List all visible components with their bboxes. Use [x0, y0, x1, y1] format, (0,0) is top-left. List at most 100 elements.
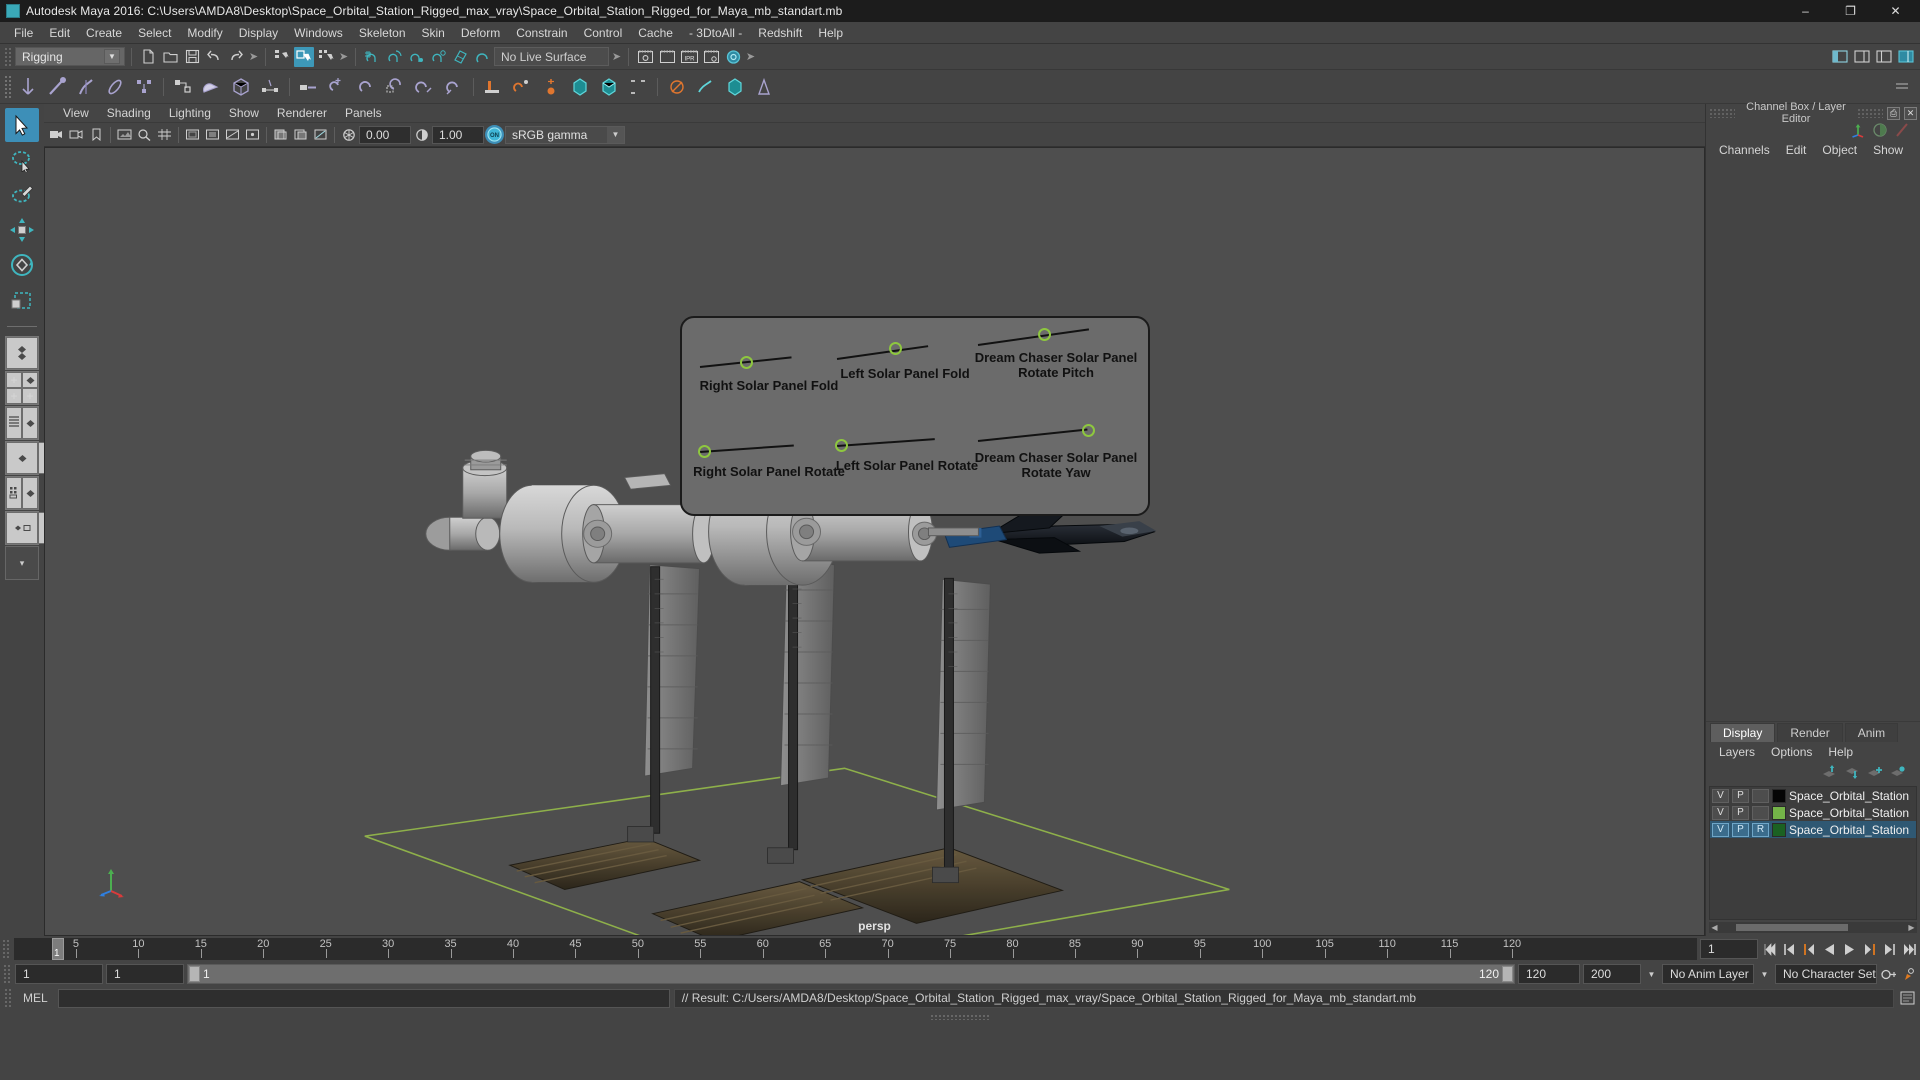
xray-icon[interactable] [271, 125, 290, 144]
layer-visibility-toggle[interactable]: V [1712, 788, 1729, 803]
anim-layer-field[interactable]: No Anim Layer [1662, 964, 1754, 984]
layer-color-swatch[interactable] [1772, 788, 1786, 803]
panel-grip[interactable] [1709, 108, 1735, 118]
bind-skin-icon[interactable] [169, 73, 197, 101]
render-current-frame-icon[interactable] [635, 47, 655, 67]
mirror-joint-icon[interactable] [130, 73, 158, 101]
object-select-icon[interactable] [294, 46, 314, 67]
snap-projected-center-icon[interactable] [428, 47, 448, 67]
channel-hilite-icon[interactable] [1894, 122, 1910, 141]
move-layer-up-icon[interactable] [1821, 764, 1837, 782]
render-settings-icon[interactable] [701, 47, 721, 67]
anim-start-field[interactable]: 1 [15, 964, 103, 984]
menu-set-selector[interactable]: Rigging ▼ [15, 47, 125, 66]
persp-graph-layout[interactable] [5, 441, 70, 475]
play-forwards-icon[interactable] [1841, 939, 1858, 959]
hypershade-persp-layout[interactable] [5, 476, 39, 510]
exposure-icon[interactable] [339, 125, 358, 144]
close-icon[interactable]: ✕ [1904, 106, 1917, 120]
layer-color-swatch[interactable] [1772, 805, 1786, 820]
viewport-menu-renderer[interactable]: Renderer [268, 105, 336, 121]
paint-select-tool[interactable] [5, 178, 39, 212]
blend-shape-icon[interactable] [537, 73, 565, 101]
xray-active-components-icon[interactable] [311, 125, 330, 144]
snap-view-plane-icon[interactable] [450, 47, 470, 67]
layer-playback-toggle[interactable]: P [1732, 805, 1749, 820]
tool-settings-icon[interactable] [1874, 47, 1894, 67]
no-deformer-icon[interactable] [663, 73, 691, 101]
film-gate-icon[interactable] [183, 125, 202, 144]
interactive-bind-icon[interactable] [227, 73, 255, 101]
viewport-menu-lighting[interactable]: Lighting [160, 105, 220, 121]
range-end-field[interactable]: 120 [1518, 964, 1580, 984]
layer-color-swatch[interactable] [1772, 822, 1786, 837]
undo-icon[interactable] [204, 47, 224, 67]
layer-reference-toggle[interactable] [1752, 805, 1769, 820]
command-input[interactable] [57, 988, 670, 1008]
auto-keyframe-icon[interactable] [1880, 964, 1897, 984]
play-backwards-icon[interactable] [1821, 939, 1838, 959]
new-scene-icon[interactable] [138, 47, 158, 67]
ipr-render-icon[interactable]: IPR [679, 47, 699, 67]
hypershade-icon[interactable] [723, 47, 743, 67]
layer-playback-toggle[interactable]: P [1732, 788, 1749, 803]
slider-handle[interactable] [889, 342, 902, 355]
move-tool[interactable] [5, 213, 39, 247]
command-line-grip[interactable] [4, 988, 13, 1008]
menu-item-help[interactable]: Help [810, 24, 851, 42]
gamma-icon[interactable] [412, 125, 431, 144]
layer-menu-help[interactable]: Help [1821, 744, 1860, 760]
menu-item-windows[interactable]: Windows [286, 24, 351, 42]
layer-list-scrollbar[interactable]: ◀ ▶ [1709, 922, 1917, 933]
hierarchy-select-icon[interactable] [272, 47, 292, 67]
menu-item-cache[interactable]: Cache [630, 24, 681, 42]
insert-joint-icon[interactable] [101, 73, 129, 101]
status-collapse-arrow-1[interactable]: ➤ [248, 48, 259, 66]
layer-visibility-toggle[interactable]: V [1712, 805, 1729, 820]
menu-item-display[interactable]: Display [231, 24, 286, 42]
layer-row[interactable]: V P Space_Orbital_Station [1710, 787, 1916, 804]
layer-tab-display[interactable]: Display [1710, 723, 1776, 742]
xray-joints-icon[interactable] [291, 125, 310, 144]
character-set-field[interactable]: No Character Set [1775, 964, 1877, 984]
scroll-thumb[interactable] [1736, 924, 1848, 931]
scale-tool[interactable] [5, 283, 39, 317]
orient-constraint-icon[interactable] [353, 73, 381, 101]
layer-reference-toggle[interactable] [1752, 788, 1769, 803]
gamma-field[interactable]: 1.00 [432, 125, 484, 144]
slider-handle[interactable] [1082, 424, 1095, 437]
current-frame-field[interactable]: 1 [1700, 939, 1758, 959]
image-plane-icon[interactable] [115, 125, 134, 144]
close-button[interactable]: ✕ [1873, 0, 1918, 22]
menu-item-skeleton[interactable]: Skeleton [351, 24, 414, 42]
menu-item-control[interactable]: Control [576, 24, 631, 42]
soft-modification-icon[interactable] [624, 73, 652, 101]
film-origin-icon[interactable] [243, 125, 262, 144]
gate-mask-icon[interactable] [223, 125, 242, 144]
viewport-menu-view[interactable]: View [54, 105, 98, 121]
menu-item-deform[interactable]: Deform [453, 24, 508, 42]
slider-handle[interactable] [1038, 328, 1051, 341]
range-slider-grip[interactable] [3, 964, 12, 984]
component-select-icon[interactable] [316, 47, 336, 67]
viewport-menu-shading[interactable]: Shading [98, 105, 160, 121]
layer-menu-options[interactable]: Options [1764, 744, 1819, 760]
layer-menu-layers[interactable]: Layers [1712, 744, 1762, 760]
range-bar-right-grip[interactable] [1502, 966, 1513, 982]
outliner-persp-layout[interactable] [5, 406, 39, 440]
magnet-icon[interactable] [472, 47, 492, 67]
menu-item-create[interactable]: Create [78, 24, 130, 42]
layer-reference-toggle[interactable]: R [1752, 822, 1769, 837]
layer-tab-render[interactable]: Render [1777, 723, 1843, 742]
shelf-options-icon[interactable] [1888, 73, 1916, 101]
lasso-select-tool[interactable] [5, 143, 39, 177]
move-layer-down-icon[interactable] [1844, 765, 1860, 782]
resolution-gate-icon[interactable] [203, 125, 222, 144]
channel-box-icon[interactable] [1896, 47, 1916, 67]
pole-vector-icon[interactable] [440, 73, 468, 101]
layer-row[interactable]: V P Space_Orbital_Station [1710, 804, 1916, 821]
menu-item-constrain[interactable]: Constrain [508, 24, 575, 42]
delta-mush-icon[interactable] [750, 73, 778, 101]
go-to-end-icon[interactable] [1901, 939, 1918, 959]
menu-item-modify[interactable]: Modify [179, 24, 230, 42]
